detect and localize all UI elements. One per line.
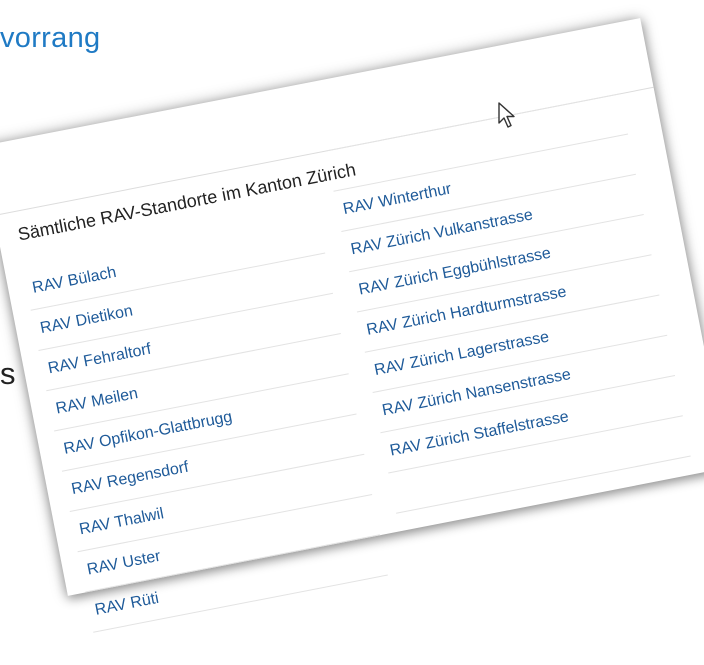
slide-text-fragment: s bbox=[0, 356, 16, 391]
rav-locations-panel: Sämtliche RAV-Standorte im Kanton Zürich… bbox=[0, 18, 704, 633]
slide-heading-fragment: vorrang bbox=[0, 22, 101, 54]
rav-list-left: RAV Bülach RAV Dietikon RAV Fehraltorf R… bbox=[22, 213, 388, 633]
mouse-pointer-icon bbox=[498, 102, 515, 128]
